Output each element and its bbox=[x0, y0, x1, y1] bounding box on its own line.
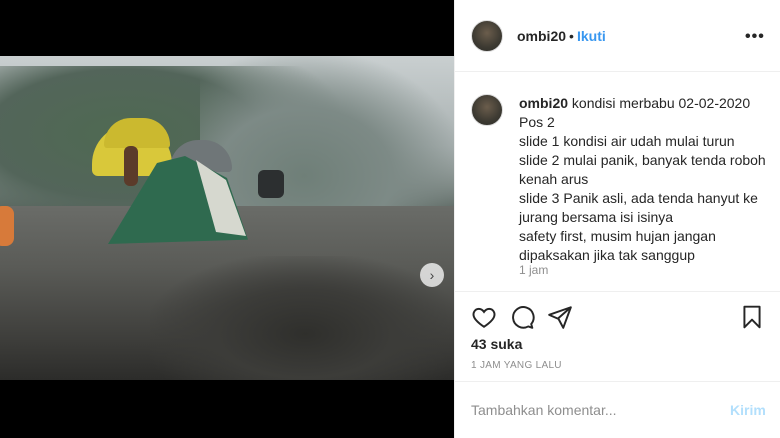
comment-input[interactable] bbox=[471, 400, 711, 420]
send-comment-button[interactable]: Kirim bbox=[730, 402, 766, 418]
more-options-icon[interactable]: ••• bbox=[745, 28, 765, 46]
caption-text: ombi20 kondisi merbabu 02-02-2020 Pos 2 … bbox=[519, 94, 769, 265]
post-caption: ombi20 kondisi merbabu 02-02-2020 Pos 2 … bbox=[455, 72, 780, 292]
caption-timestamp[interactable]: 1 jam bbox=[519, 263, 548, 277]
heart-icon[interactable] bbox=[471, 304, 497, 330]
caption-line: slide 3 Panik asli, ada tenda hanyut ke … bbox=[519, 190, 758, 225]
photo-motorbike bbox=[258, 170, 284, 198]
carousel-next-button[interactable]: › bbox=[420, 263, 444, 287]
post-timestamp[interactable]: 1 JAM YANG LALU bbox=[471, 360, 562, 371]
post-photo[interactable]: › bbox=[0, 56, 454, 380]
post-actions: 43 suka 1 JAM YANG LALU bbox=[455, 292, 780, 382]
comment-icon[interactable] bbox=[509, 304, 535, 330]
caption-line: safety first, musim hujan jangan dipaksa… bbox=[519, 228, 716, 263]
likes-count[interactable]: 43 suka bbox=[471, 336, 522, 352]
avatar[interactable] bbox=[471, 20, 503, 52]
photo-orange-object bbox=[0, 206, 14, 246]
post-side-panel: ombi20 • Ikuti ••• ombi20 kondisi merbab… bbox=[454, 0, 780, 438]
caption-line: slide 2 mulai panik, banyak tenda roboh … bbox=[519, 152, 766, 187]
comment-bar: Kirim bbox=[455, 382, 780, 438]
caption-avatar[interactable] bbox=[471, 94, 503, 126]
chevron-right-icon: › bbox=[429, 267, 435, 283]
bookmark-icon[interactable] bbox=[739, 304, 765, 330]
caption-line: slide 1 kondisi air udah mulai turun bbox=[519, 133, 735, 149]
header-separator: • bbox=[569, 28, 574, 44]
caption-line: kondisi merbabu 02-02-2020 bbox=[571, 95, 751, 111]
header-username[interactable]: ombi20 bbox=[517, 28, 566, 44]
media-panel: › bbox=[0, 0, 454, 438]
caption-line: Pos 2 bbox=[519, 114, 555, 130]
photo-mudflow bbox=[150, 256, 454, 380]
caption-username[interactable]: ombi20 bbox=[519, 95, 568, 111]
post-header: ombi20 • Ikuti ••• bbox=[455, 0, 780, 72]
photo-person bbox=[124, 146, 138, 186]
follow-button[interactable]: Ikuti bbox=[577, 28, 606, 44]
share-icon[interactable] bbox=[547, 304, 573, 330]
